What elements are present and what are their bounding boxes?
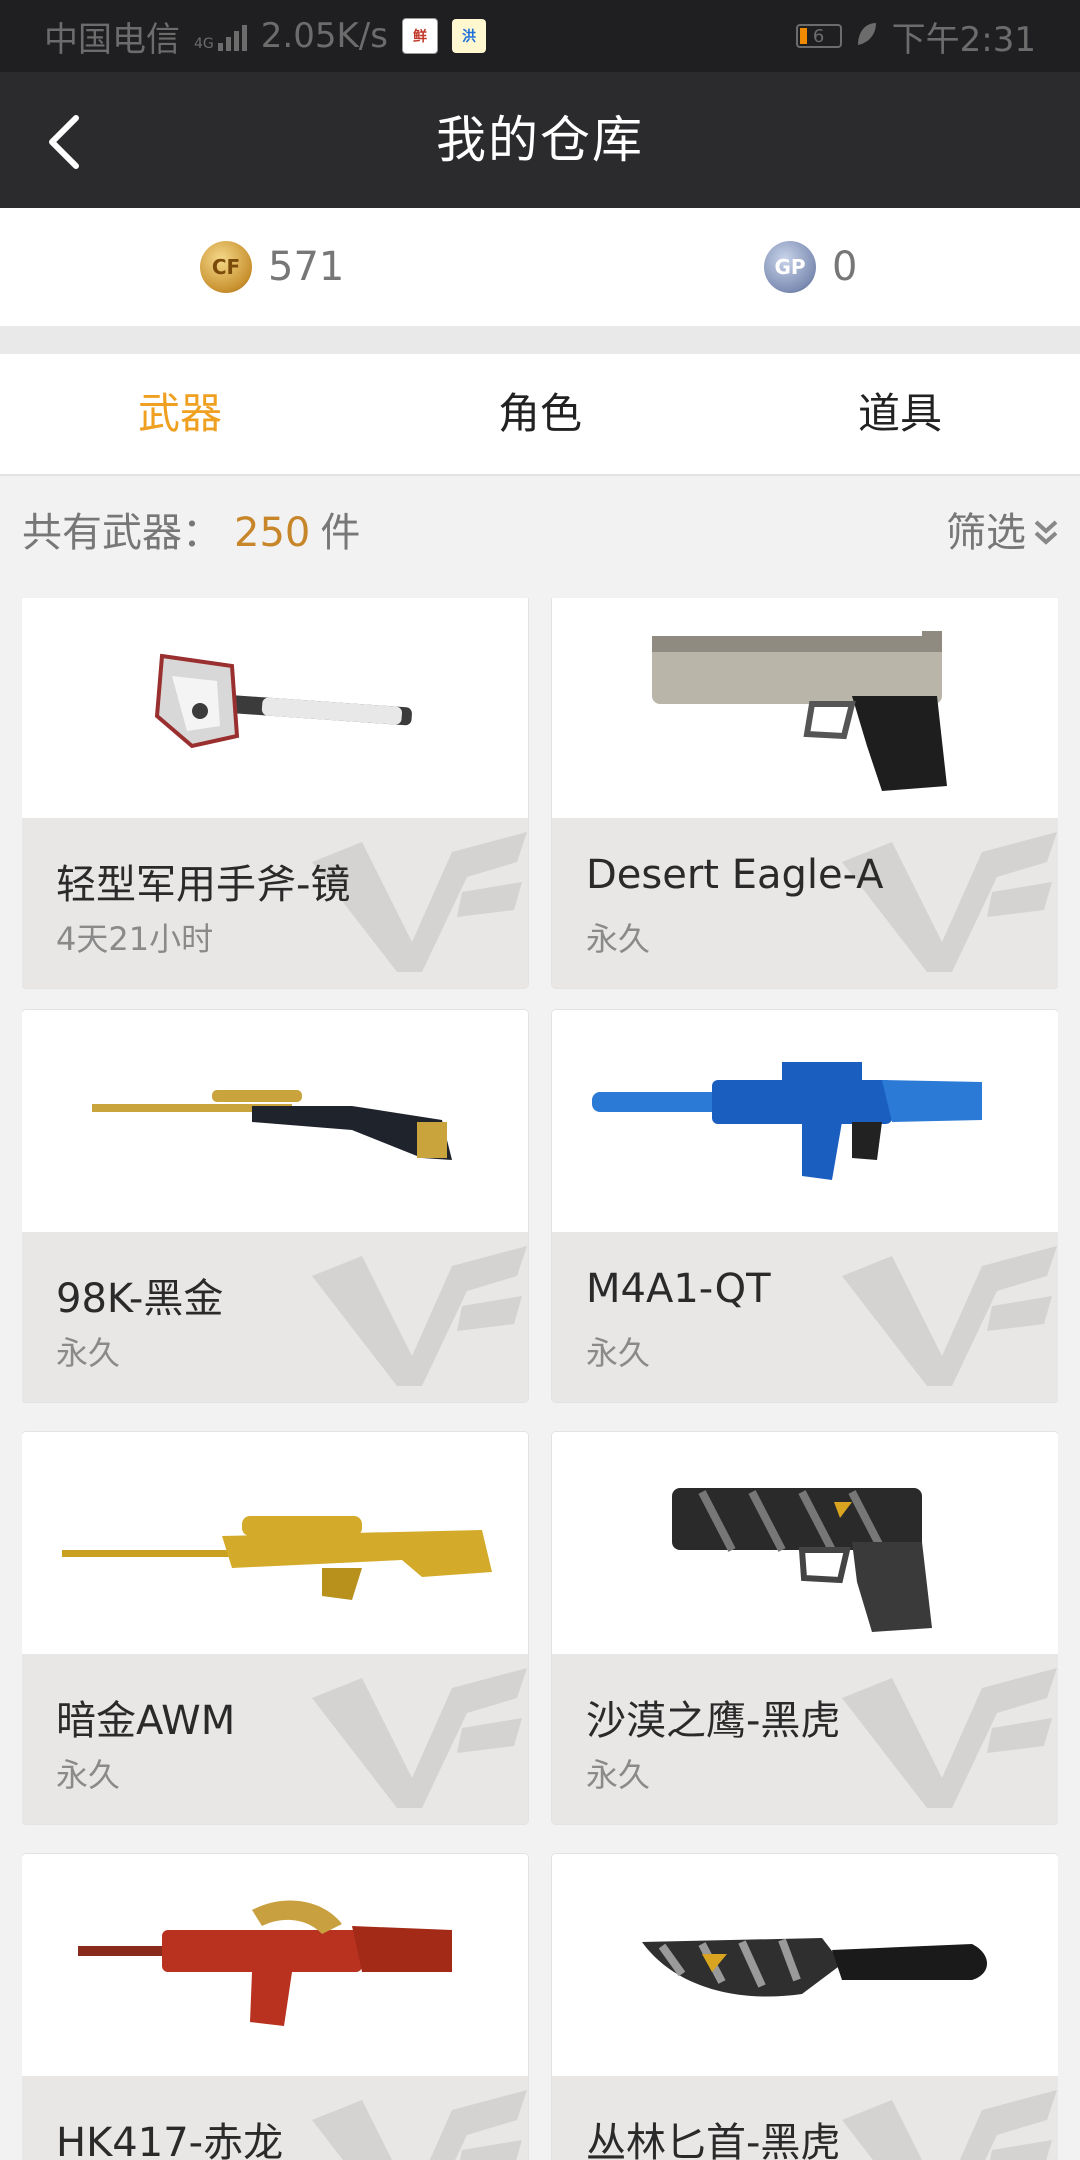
carrier-label: 中国电信: [44, 19, 180, 60]
status-bar: 中国电信 4G 2.05K/s 鲜 洪 6 下午2:31: [0, 0, 1080, 72]
weapon-card[interactable]: Desert Eagle-A 永久: [552, 598, 1058, 988]
weapon-image: [22, 598, 528, 818]
weapon-info: Desert Eagle-A 永久: [552, 818, 1058, 988]
navigation-bar: 我的仓库: [0, 72, 1080, 208]
filter-button[interactable]: 筛选: [946, 476, 1060, 590]
gp-coin-icon: GP: [764, 241, 816, 293]
cf-watermark-icon: [312, 1246, 527, 1386]
cf-watermark-icon: [842, 1246, 1057, 1386]
game-app-icon: 洪: [451, 19, 486, 53]
sniper-rifle-icon: [62, 1516, 492, 1600]
news-app-icon: 鲜: [401, 18, 438, 54]
cf-watermark-icon: [312, 2090, 527, 2160]
weapon-image: [552, 598, 1058, 818]
signal-icon: 4G: [194, 21, 247, 51]
weapon-duration: 永久: [586, 1756, 651, 1794]
weapon-duration: 永久: [586, 1334, 651, 1372]
clock: 下午2:31: [891, 19, 1036, 60]
weapon-card[interactable]: 轻型军用手斧-镜 4天21小时: [22, 598, 528, 988]
assault-rifle-icon: [78, 1900, 452, 2026]
cf-watermark-icon: [842, 2090, 1057, 2160]
network-tag: 4G: [194, 36, 214, 52]
category-tabs: 武器 角色 道具: [0, 354, 1080, 476]
currency-row: CF 571 GP 0: [0, 208, 1080, 326]
weapon-grid: 轻型军用手斧-镜 4天21小时 Desert Eagle-A 永久 98K-黑金…: [22, 598, 1058, 2160]
cf-watermark-icon: [842, 1668, 1057, 1808]
leaf-icon: [856, 16, 878, 56]
weapon-card[interactable]: M4A1-QT 永久: [552, 1010, 1058, 1402]
tab-weapons[interactable]: 武器: [0, 354, 360, 474]
page-title: 我的仓库: [436, 111, 644, 169]
weapon-image: [22, 1854, 528, 2076]
weapon-image: [552, 1854, 1058, 2076]
weapon-image: [552, 1010, 1058, 1232]
count-number: 250: [234, 510, 311, 556]
rifle-icon: [92, 1090, 452, 1160]
pistol-icon: [652, 631, 947, 791]
knife-icon: [642, 1938, 987, 1997]
weapon-info: 轻型军用手斧-镜 4天21小时: [22, 818, 528, 988]
section-divider: [0, 326, 1080, 354]
weapon-name: 沙漠之鹰-黑虎: [586, 1698, 841, 1744]
weapon-duration: 永久: [56, 1756, 121, 1794]
weapon-name: Desert Eagle-A: [586, 852, 884, 898]
count-unit: 件: [320, 510, 361, 556]
weapon-card[interactable]: 沙漠之鹰-黑虎 永久: [552, 1432, 1058, 1824]
weapon-info: 沙漠之鹰-黑虎 永久: [552, 1654, 1058, 1824]
weapon-count: 共有武器： 250 件: [22, 476, 360, 590]
double-chevron-down-icon: [1034, 520, 1058, 545]
weapon-duration: 永久: [586, 920, 651, 958]
filter-label: 筛选: [946, 510, 1026, 556]
weapon-card[interactable]: HK417-赤龙 永久: [22, 1854, 528, 2160]
gp-points-value: 0: [832, 244, 858, 290]
weapon-name: 暗金AWM: [56, 1698, 236, 1744]
cf-points-value: 571: [268, 244, 345, 290]
weapon-image: [552, 1432, 1058, 1654]
weapon-name: M4A1-QT: [586, 1266, 771, 1312]
weapon-name: 轻型军用手斧-镜: [56, 862, 351, 908]
weapon-duration: 永久: [56, 1334, 121, 1372]
axe-icon: [154, 653, 412, 749]
count-prefix: 共有武器：: [22, 510, 222, 556]
network-speed: 2.05K/s: [260, 16, 388, 56]
summary-row: 共有武器： 250 件 筛选: [0, 476, 1080, 590]
weapon-name: HK417-赤龙: [56, 2120, 284, 2160]
cf-points: CF 571: [200, 236, 344, 298]
weapon-card[interactable]: 98K-黑金 永久: [22, 1010, 528, 1402]
tab-characters[interactable]: 角色: [360, 354, 720, 474]
pistol-icon: [672, 1488, 932, 1632]
weapon-image: [22, 1010, 528, 1232]
weapon-image: [22, 1432, 528, 1654]
weapon-name: 丛林匕首-黑虎: [586, 2120, 841, 2160]
cf-watermark-icon: [842, 832, 1057, 972]
battery-level: 6: [812, 25, 825, 47]
assault-rifle-icon: [592, 1062, 982, 1180]
weapon-info: 暗金AWM 永久: [22, 1654, 528, 1824]
weapon-info: 丛林匕首-黑虎 永久: [552, 2076, 1058, 2160]
weapon-info: M4A1-QT 永久: [552, 1232, 1058, 1402]
tab-items[interactable]: 道具: [720, 354, 1080, 474]
battery-icon: 6: [795, 24, 842, 48]
weapon-info: HK417-赤龙 永久: [22, 2076, 528, 2160]
weapon-name: 98K-黑金: [56, 1276, 224, 1322]
cf-coin-icon: CF: [200, 241, 252, 293]
gp-points: GP 0: [764, 236, 857, 298]
weapon-duration: 4天21小时: [56, 920, 214, 958]
weapon-card[interactable]: 丛林匕首-黑虎 永久: [552, 1854, 1058, 2160]
weapon-info: 98K-黑金 永久: [22, 1232, 528, 1402]
cf-watermark-icon: [312, 1668, 527, 1808]
weapon-card[interactable]: 暗金AWM 永久: [22, 1432, 528, 1824]
